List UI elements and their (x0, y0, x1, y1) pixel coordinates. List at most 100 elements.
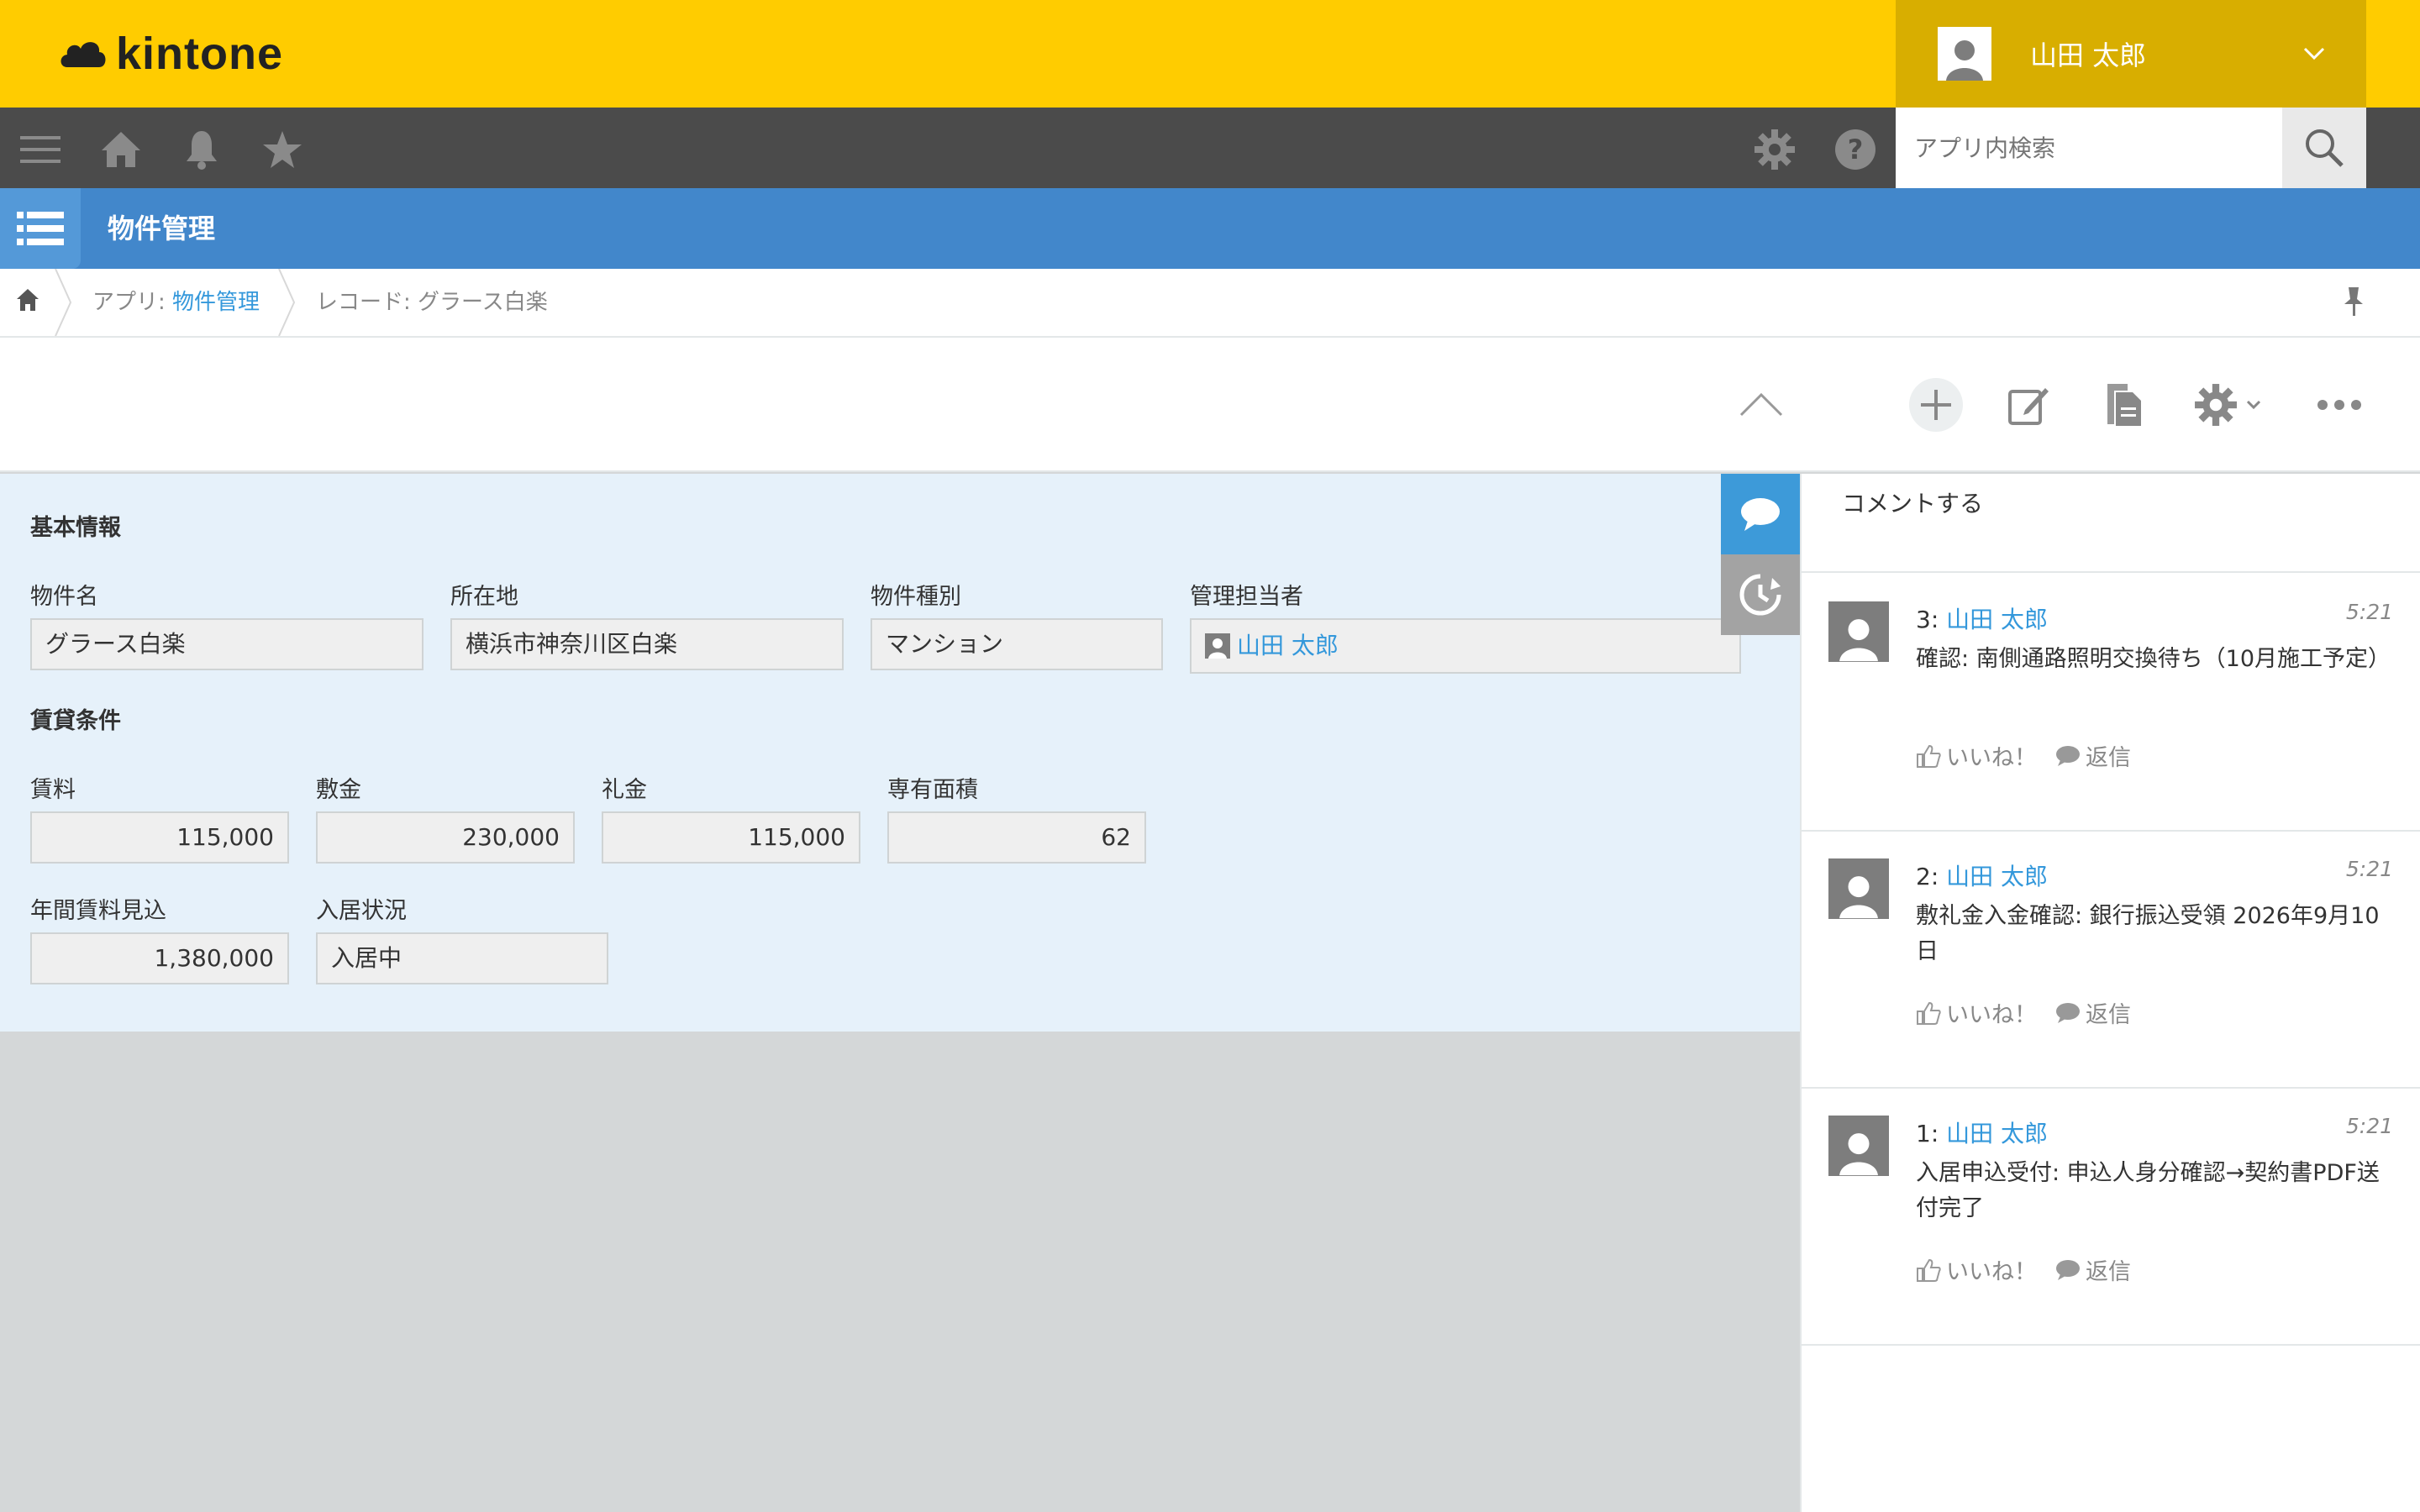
comment-header: 1: 山田 太郎 (1916, 1116, 2048, 1149)
comment-number: 3: (1916, 606, 1939, 633)
comment-time: 5:21 (2345, 600, 2393, 624)
more-options-button[interactable] (2314, 373, 2365, 437)
comment-time: 5:21 (2345, 857, 2393, 881)
menu-icon[interactable] (18, 128, 62, 171)
manager-field: 山田 太郎 (1190, 618, 1741, 674)
chevron-down-icon (2246, 400, 2261, 410)
record-toolbar (0, 338, 2420, 472)
bell-icon[interactable] (180, 128, 224, 171)
comment-compose-box[interactable]: コメントする (1802, 474, 2420, 573)
duplicate-record-button[interactable] (2096, 373, 2153, 437)
thumbs-up-icon (1917, 744, 1941, 768)
like-button[interactable]: いいね！ (1916, 996, 2037, 1029)
reply-button[interactable]: 返信 (2055, 996, 2131, 1029)
breadcrumb-home-icon[interactable] (15, 287, 44, 316)
user-menu[interactable]: 山田 太郎 (1896, 0, 2366, 108)
section-lease-terms: 賃貸条件 (30, 708, 121, 734)
comment-author-link[interactable]: 山田 太郎 (1946, 606, 2048, 633)
area-field: 62 (887, 811, 1146, 864)
manager-label: 管理担当者 (1190, 584, 1303, 610)
comment-actions: いいね！ 返信 (1916, 739, 2131, 772)
comment-author-link[interactable]: 山田 太郎 (1946, 1120, 2048, 1147)
record-settings-button[interactable] (2191, 373, 2264, 437)
thumbs-up-icon (1917, 1001, 1941, 1025)
reply-button[interactable]: 返信 (2055, 739, 2131, 772)
search-button[interactable] (2282, 108, 2366, 188)
address-field: 横浜市神奈川区白楽 (450, 618, 844, 670)
section-basic-info: 基本情報 (30, 515, 121, 541)
chevron-down-icon (2303, 47, 2325, 60)
kintone-logo[interactable]: kintone (57, 29, 283, 79)
comment-item: 1: 山田 太郎 5:21 入居申込受付: 申込人身分確認→契約書PDF送付完了… (1802, 1089, 2420, 1346)
settings-icon[interactable] (1753, 128, 1797, 171)
app-bar (0, 188, 2420, 269)
reply-bubble-icon (2056, 1002, 2080, 1023)
add-record-button[interactable] (1907, 373, 1965, 437)
key-money-field: 115,000 (602, 811, 860, 864)
comment-item: 3: 山田 太郎 5:21 確認: 南側通路照明交換待ち（10月施工予定） いい… (1802, 575, 2420, 832)
like-button[interactable]: いいね！ (1916, 1253, 2037, 1286)
comment-actions: いいね！ 返信 (1916, 1253, 2131, 1286)
comment-icon (1741, 498, 1780, 531)
app-list-icon[interactable] (0, 188, 81, 269)
app-title[interactable]: 物件管理 (108, 188, 215, 269)
annual-rent-label: 年間賃料見込 (30, 898, 166, 924)
comment-time: 5:21 (2345, 1114, 2393, 1138)
breadcrumb-app: アプリ: 物件管理 (92, 269, 260, 336)
breadcrumb-separator-icon (55, 269, 72, 336)
tab-history[interactable] (1721, 554, 1800, 635)
rent-label: 賃料 (30, 777, 76, 803)
user-avatar-icon (1828, 601, 1889, 662)
reply-button[interactable]: 返信 (2055, 1253, 2131, 1286)
occupancy-field: 入居中 (316, 932, 608, 984)
svg-text:?: ? (1848, 134, 1864, 165)
star-icon[interactable] (260, 128, 304, 171)
search-input[interactable] (1912, 133, 2265, 163)
help-icon[interactable]: ? (1833, 128, 1877, 171)
deposit-label: 敷金 (316, 777, 361, 803)
search-icon (2306, 129, 2344, 167)
comment-number: 2: (1916, 863, 1939, 890)
like-button[interactable]: いいね！ (1916, 739, 2037, 772)
occupancy-label: 入居状況 (316, 898, 407, 924)
search-field (1896, 108, 2282, 188)
comment-body: 確認: 南側通路照明交換待ち（10月施工予定） (1916, 646, 2391, 672)
area-label: 専有面積 (887, 777, 978, 803)
user-avatar-icon (1828, 1116, 1889, 1176)
comment-compose-placeholder: コメントする (1842, 490, 1984, 517)
address-label: 所在地 (450, 584, 518, 610)
property-name-field: グラース白楽 (30, 618, 424, 670)
breadcrumb-app-link[interactable]: 物件管理 (172, 290, 260, 315)
deposit-field: 230,000 (316, 811, 575, 864)
history-icon (1739, 574, 1781, 616)
tab-comments[interactable] (1721, 474, 1800, 554)
rent-field: 115,000 (30, 811, 289, 864)
key-money-label: 礼金 (602, 777, 647, 803)
edit-icon (2008, 388, 2049, 425)
more-dots-icon (2317, 400, 2361, 410)
pin-icon[interactable] (2341, 286, 2366, 319)
user-avatar-icon (1828, 858, 1889, 919)
breadcrumb-separator-icon (278, 269, 296, 336)
user-icon (1205, 633, 1230, 659)
comment-number: 1: (1916, 1120, 1939, 1147)
property-type-field: マンション (871, 618, 1163, 670)
breadcrumb-app-prefix: アプリ: (92, 290, 173, 315)
edit-record-button[interactable] (2000, 373, 2057, 437)
comment-author-link[interactable]: 山田 太郎 (1946, 863, 2048, 890)
home-icon[interactable] (99, 128, 143, 171)
property-type-label: 物件種別 (871, 584, 961, 610)
cloud-logo-icon (60, 42, 106, 67)
breadcrumb-record: レコード: グラース白楽 (316, 290, 548, 315)
reply-bubble-icon (2056, 1259, 2080, 1280)
plus-icon (1909, 378, 1963, 432)
comment-actions: いいね！ 返信 (1916, 996, 2131, 1029)
gear-icon (2195, 384, 2237, 426)
user-avatar-icon (1938, 27, 1991, 81)
chevron-up-icon (1739, 392, 1783, 417)
comment-header: 3: 山田 太郎 (1916, 601, 2048, 635)
copy-document-icon (2107, 384, 2141, 426)
collapse-header-button[interactable] (1734, 373, 1788, 437)
manager-link[interactable]: 山田 太郎 (1237, 622, 1339, 670)
comment-header: 2: 山田 太郎 (1916, 858, 2048, 892)
